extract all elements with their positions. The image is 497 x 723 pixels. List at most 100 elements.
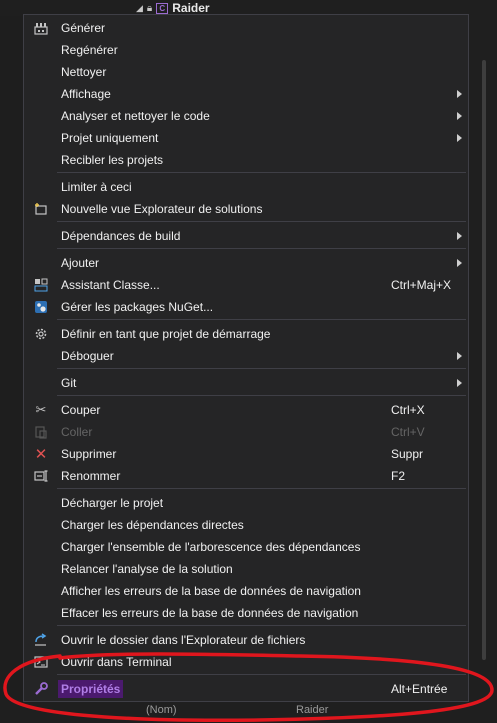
menu-item-label: Ouvrir dans Terminal: [61, 655, 172, 669]
menu-item-limiter[interactable]: Limiter à ceci: [24, 176, 468, 198]
menu-separator: [57, 368, 466, 369]
menu-item-supprimer[interactable]: ✕ Supprimer Suppr: [24, 443, 468, 465]
wrench-icon: [32, 680, 50, 698]
menu-item-git[interactable]: Git: [24, 372, 468, 394]
menu-separator: [57, 248, 466, 249]
lock-icon: 🔒︎: [146, 2, 153, 14]
menu-item-shortcut: Suppr: [391, 447, 424, 461]
menu-item-label: Couper: [61, 403, 101, 417]
paste-icon: [32, 423, 50, 441]
submenu-arrow-icon: [457, 232, 462, 240]
gear-icon: [32, 325, 50, 343]
menu-separator: [57, 172, 466, 173]
menu-separator: [57, 625, 466, 626]
menu-item-projet-demarrage[interactable]: Définir en tant que projet de démarrage: [24, 323, 468, 345]
menu-item-charger-directes[interactable]: Charger les dépendances directes: [24, 514, 468, 536]
menu-item-ouvrir-terminal[interactable]: Ouvrir dans Terminal: [24, 651, 468, 673]
menu-separator: [57, 674, 466, 675]
menu-item-label: Effacer les erreurs de la base de donnée…: [61, 606, 359, 620]
menu-separator: [57, 221, 466, 222]
menu-item-recibler[interactable]: Recibler les projets: [24, 149, 468, 171]
menu-item-label: Regénérer: [61, 43, 118, 57]
build-icon: [32, 19, 50, 37]
menu-item-ouvrir-dossier[interactable]: Ouvrir le dossier dans l'Explorateur de …: [24, 629, 468, 651]
menu-item-charger-arborescence[interactable]: Charger l'ensemble de l'arborescence des…: [24, 536, 468, 558]
menu-item-label: Projet uniquement: [61, 131, 159, 145]
submenu-arrow-icon: [457, 379, 462, 387]
menu-item-afficher-erreurs[interactable]: Afficher les erreurs de la base de donné…: [24, 580, 468, 602]
menu-item-label: Affichage: [61, 87, 111, 101]
scrollbar-thumb[interactable]: [482, 60, 486, 660]
expand-arrow-icon[interactable]: ◢: [136, 3, 143, 14]
menu-item-proprietes[interactable]: Propriétés Alt+Entrée: [24, 678, 468, 700]
menu-item-relancer-analyse[interactable]: Relancer l'analyse de la solution: [24, 558, 468, 580]
menu-item-shortcut: Ctrl+X: [391, 403, 425, 417]
menu-item-label: Déboguer: [61, 349, 114, 363]
tree-item-label: Raider: [172, 1, 210, 15]
menu-item-label: Nettoyer: [61, 65, 107, 79]
menu-item-label: Dépendances de build: [61, 229, 181, 243]
delete-icon: ✕: [34, 446, 48, 463]
properties-grid-row: (Nom) Raider: [0, 700, 497, 723]
class-wizard-icon: [32, 276, 50, 294]
menu-item-label: Ouvrir le dossier dans l'Explorateur de …: [61, 633, 306, 647]
menu-item-ajouter[interactable]: Ajouter: [24, 252, 468, 274]
project-icon: C: [156, 2, 169, 14]
menu-item-couper[interactable]: ✂ Couper Ctrl+X: [24, 399, 468, 421]
menu-item-dependances-build[interactable]: Dépendances de build: [24, 225, 468, 247]
open-folder-icon: [32, 631, 50, 649]
property-value: Raider: [296, 704, 329, 716]
menu-item-generer[interactable]: Générer: [24, 17, 468, 39]
submenu-arrow-icon: [457, 352, 462, 360]
menu-item-label: Recibler les projets: [61, 153, 164, 167]
menu-item-label: Décharger le projet: [61, 496, 164, 510]
menu-item-label: Charger l'ensemble de l'arborescence des…: [61, 540, 361, 554]
menu-item-shortcut: Alt+Entrée: [391, 682, 448, 696]
menu-item-label: Charger les dépendances directes: [61, 518, 244, 532]
menu-item-nouvelle-vue[interactable]: Nouvelle vue Explorateur de solutions: [24, 198, 468, 220]
menu-item-nuget[interactable]: Gérer les packages NuGet...: [24, 296, 468, 318]
menu-item-label: Supprimer: [61, 447, 117, 461]
terminal-icon: [32, 653, 50, 671]
menu-separator: [57, 319, 466, 320]
menu-item-regenerer[interactable]: Regénérer: [24, 39, 468, 61]
rename-icon: [32, 467, 50, 485]
menu-item-affichage[interactable]: Affichage: [24, 83, 468, 105]
menu-item-renommer[interactable]: Renommer F2: [24, 465, 468, 487]
scissors-icon: ✂: [35, 402, 47, 417]
submenu-arrow-icon: [457, 134, 462, 142]
menu-item-shortcut: Ctrl+Maj+X: [391, 278, 452, 292]
menu-item-shortcut: Ctrl+V: [391, 425, 425, 439]
context-menu: Générer Regénérer Nettoyer Affichage Ana…: [23, 14, 469, 702]
menu-item-label: Afficher les erreurs de la base de donné…: [61, 584, 361, 598]
menu-item-label: Analyser et nettoyer le code: [61, 109, 210, 123]
menu-item-effacer-erreurs[interactable]: Effacer les erreurs de la base de donnée…: [24, 602, 468, 624]
menu-item-coller[interactable]: Coller Ctrl+V: [24, 421, 468, 443]
menu-item-label: Ajouter: [61, 256, 100, 270]
menu-item-shortcut: F2: [391, 469, 406, 483]
submenu-arrow-icon: [457, 259, 462, 267]
menu-item-label: Définir en tant que projet de démarrage: [61, 327, 271, 341]
new-view-icon: [32, 200, 50, 218]
menu-item-label: Coller: [61, 425, 93, 439]
menu-item-label: Nouvelle vue Explorateur de solutions: [61, 202, 263, 216]
menu-separator: [57, 395, 466, 396]
menu-item-label: Renommer: [61, 469, 121, 483]
menu-item-decharger[interactable]: Décharger le projet: [24, 492, 468, 514]
menu-item-nettoyer[interactable]: Nettoyer: [24, 61, 468, 83]
submenu-arrow-icon: [457, 90, 462, 98]
menu-separator: [57, 488, 466, 489]
menu-item-label: Assistant Classe...: [61, 278, 160, 292]
menu-item-deboguer[interactable]: Déboguer: [24, 345, 468, 367]
menu-item-label: Git: [61, 376, 77, 390]
nuget-icon: [32, 298, 50, 316]
menu-item-label: Gérer les packages NuGet...: [61, 300, 214, 314]
menu-item-label: Relancer l'analyse de la solution: [61, 562, 233, 576]
property-name: (Nom): [146, 704, 177, 716]
submenu-arrow-icon: [457, 112, 462, 120]
menu-item-analyser[interactable]: Analyser et nettoyer le code: [24, 105, 468, 127]
menu-item-label: Générer: [61, 21, 106, 35]
menu-item-assistant-classe[interactable]: Assistant Classe... Ctrl+Maj+X: [24, 274, 468, 296]
menu-item-projet-uniquement[interactable]: Projet uniquement: [24, 127, 468, 149]
menu-item-label: Propriétés: [58, 680, 124, 698]
